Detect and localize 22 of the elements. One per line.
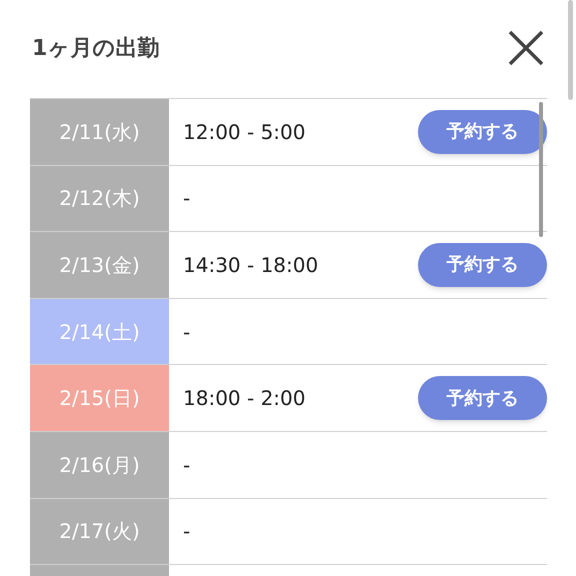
shift-hours: - <box>183 185 190 212</box>
date-cell: 2/15(日) <box>30 365 169 431</box>
shift-hours: 14:30 - 18:00 <box>183 252 318 279</box>
dialog-title: 1ヶ月の出勤 <box>32 35 160 63</box>
table-scrollbar[interactable] <box>539 102 543 237</box>
date-cell: 2/17(火) <box>30 498 169 564</box>
reserve-button[interactable]: 予約する <box>418 242 547 287</box>
reserve-button[interactable]: 予約する <box>418 110 547 154</box>
date-cell: 2/13(金) <box>30 232 169 298</box>
close-icon <box>506 28 546 68</box>
shift-hours: - <box>183 452 190 479</box>
shift-hours: 18:00 - 2:00 <box>183 385 306 412</box>
shift-hours: 12:00 - 5:00 <box>183 118 306 146</box>
shift-hours: - <box>183 518 190 546</box>
close-button[interactable] <box>506 28 546 68</box>
date-cell: 2/14(土) <box>30 298 169 364</box>
page-scrollbar[interactable] <box>568 0 573 100</box>
shift-hours: - <box>183 318 190 346</box>
date-cell: 2/16(月) <box>30 432 169 498</box>
date-cell: 2/11(水) <box>30 99 169 165</box>
date-cell: 2/12(木) <box>30 166 169 232</box>
reserve-button[interactable]: 予約する <box>418 376 547 420</box>
